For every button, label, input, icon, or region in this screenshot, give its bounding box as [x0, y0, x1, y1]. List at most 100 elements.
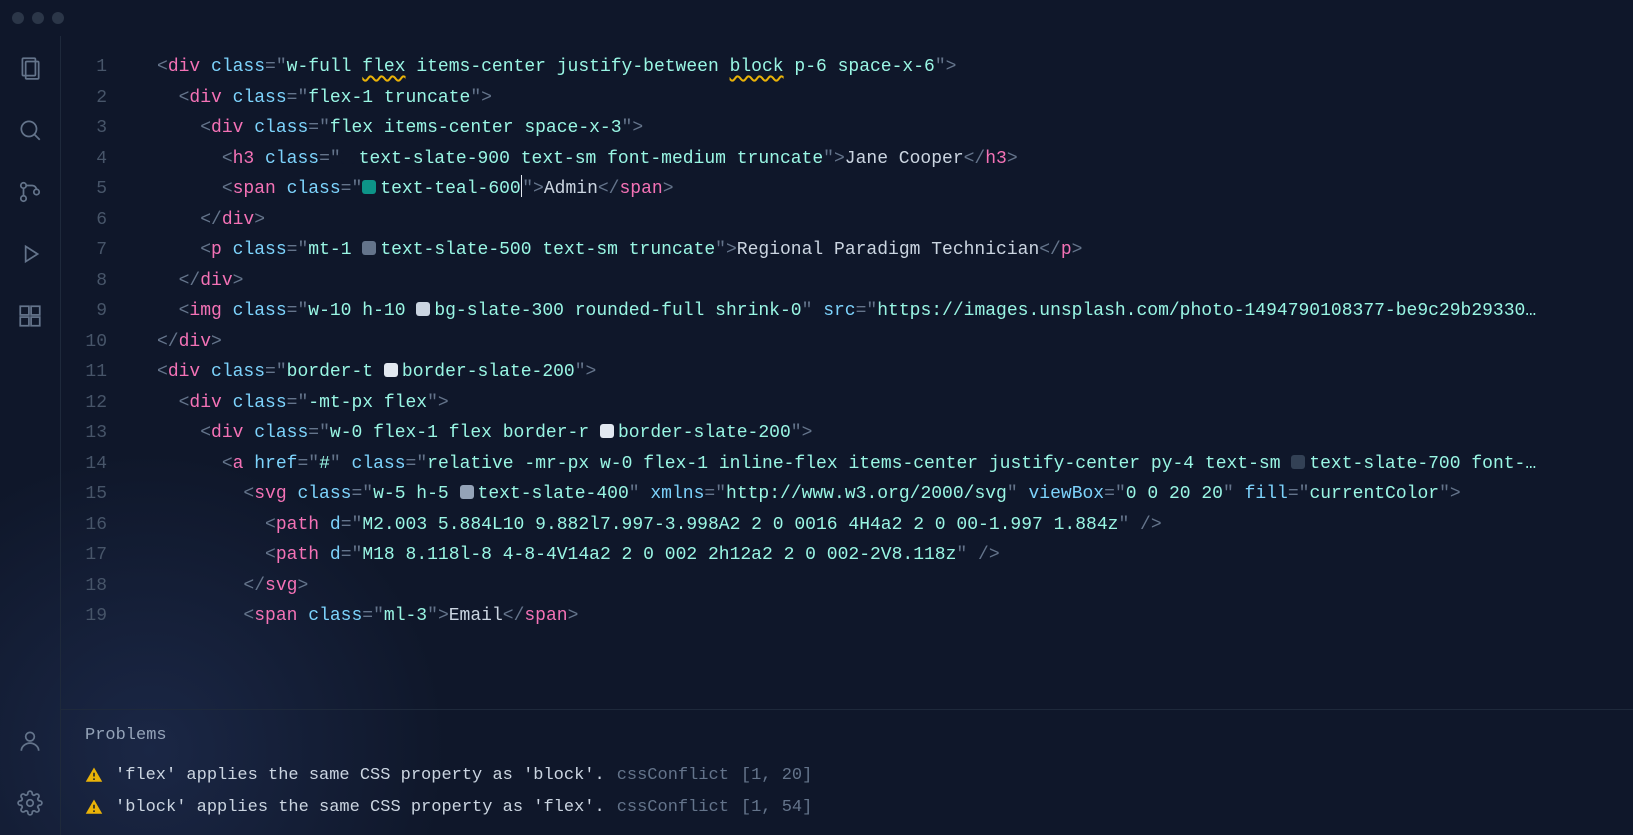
code-token: Admin — [544, 179, 598, 199]
code-token: viewBox — [1029, 484, 1105, 504]
code-line[interactable]: <a href="#" class="relative -mr-px w-0 f… — [157, 449, 1633, 480]
problem-message: 'block' applies the same CSS property as… — [115, 798, 605, 817]
code-line[interactable]: </div> — [157, 266, 1633, 297]
code-token: /> — [967, 545, 999, 565]
code-line[interactable]: <img class="w-10 h-10 bg-slate-300 round… — [157, 296, 1633, 327]
code-token: < — [265, 545, 276, 565]
line-number: 14 — [61, 449, 117, 480]
problem-location: [1, 54] — [741, 798, 812, 817]
code-token: = — [287, 301, 298, 321]
code-token: </ — [1039, 240, 1061, 260]
problem-item[interactable]: 'flex' applies the same CSS property as … — [85, 759, 1609, 791]
traffic-light-zoom[interactable] — [52, 12, 64, 24]
line-number: 3 — [61, 113, 117, 144]
code-token — [157, 88, 179, 108]
code-token: " — [1299, 484, 1310, 504]
code-token: < — [200, 423, 211, 443]
code-token — [243, 118, 254, 138]
account-icon[interactable] — [16, 727, 44, 755]
code-token: > — [586, 362, 597, 382]
code-content[interactable]: <div class="w-full flex items-center jus… — [117, 52, 1633, 709]
code-line[interactable]: <p class="mt-1 text-slate-500 text-sm tr… — [157, 235, 1633, 266]
code-line[interactable]: <div class="w-0 flex-1 flex border-r bor… — [157, 418, 1633, 449]
code-line[interactable]: </div> — [157, 327, 1633, 358]
traffic-light-close[interactable] — [12, 12, 24, 24]
code-token: " — [427, 393, 438, 413]
code-line[interactable]: <path d="M2.003 5.884L10 9.882l7.997-3.9… — [157, 510, 1633, 541]
code-token: </ — [179, 271, 201, 291]
code-token: = — [1104, 484, 1115, 504]
settings-gear-icon[interactable] — [16, 789, 44, 817]
color-swatch-icon — [600, 424, 614, 438]
code-token — [157, 301, 179, 321]
code-editor[interactable]: 12345678910111213141516171819 <div class… — [61, 36, 1633, 709]
code-token — [222, 88, 233, 108]
code-token: d — [330, 545, 341, 565]
code-token: = — [265, 362, 276, 382]
code-token: " — [427, 606, 438, 626]
code-line[interactable]: <div class="w-full flex items-center jus… — [157, 52, 1633, 83]
extensions-icon[interactable] — [16, 302, 44, 330]
code-token: path — [276, 545, 319, 565]
code-token: = — [704, 484, 715, 504]
code-token: " — [1439, 484, 1450, 504]
code-token: < — [200, 118, 211, 138]
code-token: " — [823, 149, 834, 169]
search-icon[interactable] — [16, 116, 44, 144]
run-debug-icon[interactable] — [16, 240, 44, 268]
code-line[interactable]: <div class="flex-1 truncate"> — [157, 83, 1633, 114]
problems-panel-title: Problems — [85, 726, 1609, 745]
line-number: 4 — [61, 144, 117, 175]
code-line[interactable]: <span class="text-teal-600">Admin</span> — [157, 174, 1633, 205]
code-line[interactable]: <svg class="w-5 h-5 text-slate-400" xmln… — [157, 479, 1633, 510]
code-token: div — [200, 271, 232, 291]
line-number: 11 — [61, 357, 117, 388]
code-line[interactable]: <div class="border-t border-slate-200"> — [157, 357, 1633, 388]
color-swatch-icon — [460, 485, 474, 499]
code-token: > — [726, 240, 737, 260]
source-control-icon[interactable] — [16, 178, 44, 206]
code-token: span — [619, 179, 662, 199]
code-line[interactable]: <path d="M18 8.118l-8 4-8-4V14a2 2 0 002… — [157, 540, 1633, 571]
code-token: > — [834, 149, 845, 169]
code-line[interactable]: <h3 class="text-slate-900 text-sm font-m… — [157, 144, 1633, 175]
code-token: w-0 flex-1 flex border-r — [330, 423, 600, 443]
code-line[interactable]: </div> — [157, 205, 1633, 236]
code-token: bg-slate-300 rounded-full shrink-0 — [434, 301, 801, 321]
code-token: https://images.unsplash.com/photo-149479… — [877, 301, 1525, 321]
code-token: " — [791, 423, 802, 443]
code-token: div — [211, 423, 243, 443]
code-line[interactable]: <div class="flex items-center space-x-3"… — [157, 113, 1633, 144]
code-line[interactable]: <span class="ml-3">Email</span> — [157, 601, 1633, 632]
warning-icon — [85, 798, 103, 816]
line-number-gutter: 12345678910111213141516171819 — [61, 52, 117, 709]
code-line[interactable]: </svg> — [157, 571, 1633, 602]
code-token: p — [211, 240, 222, 260]
code-token: div — [189, 88, 221, 108]
code-token — [1018, 484, 1029, 504]
code-token: … — [1525, 301, 1536, 321]
line-number: 10 — [61, 327, 117, 358]
traffic-light-minimize[interactable] — [32, 12, 44, 24]
problem-location: [1, 20] — [741, 766, 812, 785]
code-token — [157, 484, 243, 504]
code-token: > — [802, 423, 813, 443]
line-number: 12 — [61, 388, 117, 419]
code-token — [1234, 484, 1245, 504]
code-token: class — [233, 88, 287, 108]
code-token — [157, 393, 179, 413]
code-token — [157, 545, 265, 565]
problem-item[interactable]: 'block' applies the same CSS property as… — [85, 791, 1609, 823]
code-token: > — [946, 57, 957, 77]
code-token: = — [308, 118, 319, 138]
code-token: currentColor — [1309, 484, 1439, 504]
code-token: " — [276, 362, 287, 382]
code-line[interactable]: <div class="-mt-px flex"> — [157, 388, 1633, 419]
problems-panel[interactable]: Problems 'flex' applies the same CSS pro… — [61, 709, 1633, 835]
explorer-icon[interactable] — [16, 54, 44, 82]
code-token: items-center justify-between — [406, 57, 730, 77]
code-token: div — [189, 393, 221, 413]
code-token: " — [276, 57, 287, 77]
code-token: /> — [1129, 515, 1161, 535]
code-token: > — [1072, 240, 1083, 260]
